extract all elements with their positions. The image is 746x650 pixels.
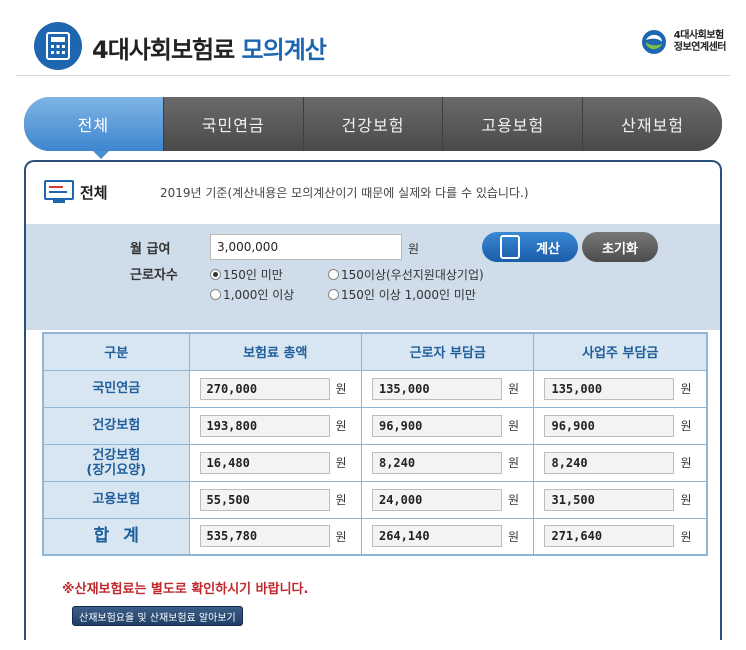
unit-label: 원 <box>335 493 347 507</box>
calculate-label: 계산 <box>536 241 560 257</box>
radio-over-150-priority[interactable]: 150이상(우선지원대상기업) <box>328 266 484 283</box>
column-header: 사업주 부담금 <box>533 332 708 371</box>
total-value: 16,480 <box>199 451 330 474</box>
industrial-accident-info-button[interactable]: 산재보험요율 및 산재보험료 알아보기 <box>72 606 243 626</box>
radio-label: 150인 미만 <box>223 268 283 282</box>
total-value: 55,500 <box>199 488 330 511</box>
tab-industrial-accident[interactable]: 산재보험 <box>582 97 722 151</box>
employer-value: 8,240 <box>544 451 675 474</box>
worker-value: 8,240 <box>371 451 502 474</box>
tab-all[interactable]: 전체 <box>24 97 163 151</box>
unit-label: 원 <box>680 493 692 507</box>
total-value: 535,780 <box>199 525 330 548</box>
app-title: 4대사회보험료 모의계산 <box>92 30 327 65</box>
calculate-button[interactable]: 계산 <box>482 232 578 262</box>
worker-value: 96,900 <box>371 414 502 437</box>
unit-label: 원 <box>335 419 347 433</box>
radio-dot <box>328 289 339 300</box>
calculator-panel: 전체 2019년 기준(계산내용은 모의계산이기 때문에 실제와 다를 수 있습… <box>24 160 722 640</box>
unit-label: 원 <box>335 456 347 470</box>
salary-label: 월 급여 <box>130 242 171 257</box>
table-header-row: 구분 보험료 총액 근로자 부담금 사업주 부담금 <box>42 332 708 371</box>
table-row: 건강보험 193,800 원 96,900 원 96,900 원 <box>42 406 708 445</box>
row-label: 건강보험 (장기요양) <box>42 443 190 482</box>
total-value: 193,800 <box>199 414 330 437</box>
worker-value: 135,000 <box>371 377 502 400</box>
radio-over-1000[interactable]: 1,000인 이상 <box>210 286 294 303</box>
table-row: 건강보험 (장기요양) 16,480 원 8,240 원 8,240 원 <box>42 443 708 482</box>
radio-dot <box>328 269 339 280</box>
worker-value: 264,140 <box>371 525 502 548</box>
section-note: 2019년 기준(계산내용은 모의계산이기 때문에 실제와 다를 수 있습니다.… <box>160 186 529 200</box>
employer-value: 135,000 <box>544 377 675 400</box>
unit-label: 원 <box>507 456 520 470</box>
unit-label: 원 <box>507 493 520 507</box>
unit-label: 원 <box>680 382 692 396</box>
monitor-icon <box>44 180 74 203</box>
table-row: 국민연금 270,000 원 135,000 원 135,000 원 <box>42 369 708 408</box>
radio-label: 150인 이상 1,000인 미만 <box>341 288 476 302</box>
total-value: 270,000 <box>199 377 330 400</box>
unit-label: 원 <box>507 419 520 433</box>
column-header: 근로자 부담금 <box>360 332 535 371</box>
employer-value: 96,900 <box>544 414 675 437</box>
radio-label: 150이상(우선지원대상기업) <box>341 268 484 282</box>
org-name-line1: 4대사회보험 <box>673 30 724 41</box>
calculator-icon <box>500 235 520 259</box>
tab-employment-insurance[interactable]: 고용보험 <box>442 97 583 151</box>
worker-value: 24,000 <box>371 488 502 511</box>
swirl-logo-icon <box>641 30 666 54</box>
row-label-total: 합계 <box>42 517 190 556</box>
result-table: 구분 보험료 총액 근로자 부담금 사업주 부담금 국민연금 270,000 원 … <box>42 332 708 556</box>
row-label: 건강보험 <box>42 406 190 445</box>
radio-label: 1,000인 이상 <box>223 288 295 302</box>
unit-label: 원 <box>507 382 520 396</box>
unit-label: 원 <box>335 529 347 544</box>
section-header: 전체 <box>44 180 108 204</box>
row-label: 국민연금 <box>42 369 190 408</box>
app-title-main: 4대사회보험료 <box>92 36 235 64</box>
app-title-accent: 모의계산 <box>241 36 327 64</box>
reset-button[interactable]: 초기화 <box>582 232 658 262</box>
radio-dot <box>210 289 221 300</box>
table-row: 고용보험 55,500 원 24,000 원 31,500 원 <box>42 480 708 519</box>
radio-under-150[interactable]: 150인 미만 <box>210 266 283 283</box>
unit-label: 원 <box>680 456 692 470</box>
tab-national-pension[interactable]: 국민연금 <box>162 97 303 151</box>
org-logo[interactable]: 4대사회보험 정보연계센터 <box>640 28 727 56</box>
industrial-accident-notice: ※산재보험료는 별도로 확인하시기 바랍니다. <box>62 582 309 597</box>
employer-value: 271,640 <box>544 525 675 548</box>
salary-unit: 원 <box>408 242 420 256</box>
unit-label: 원 <box>680 529 692 544</box>
app-header: 4대사회보험료 모의계산 4대사회보험 정보연계센터 <box>16 14 730 76</box>
unit-label: 원 <box>507 529 520 544</box>
org-name-line2: 정보연계센터 <box>673 42 727 53</box>
active-tab-pointer <box>93 151 109 159</box>
radio-150-to-1000[interactable]: 150인 이상 1,000인 미만 <box>328 286 476 303</box>
radio-dot <box>210 269 221 280</box>
input-area: 월 급여 원 근로자수 150인 미만 150이상(우선지원대상기업) 1,00… <box>26 224 720 330</box>
column-header: 구분 <box>42 332 190 371</box>
table-row-total: 합계 535,780 원 264,140 원 271,640 원 <box>42 517 708 556</box>
column-header: 보험료 총액 <box>188 332 362 371</box>
unit-label: 원 <box>680 419 692 433</box>
tab-health-insurance[interactable]: 건강보험 <box>302 97 443 151</box>
row-label: 고용보험 <box>42 480 190 519</box>
workers-label: 근로자수 <box>130 268 178 283</box>
calculator-logo-icon <box>34 22 82 70</box>
salary-input[interactable] <box>210 234 402 260</box>
section-title: 전체 <box>80 183 108 202</box>
employer-value: 31,500 <box>544 488 675 511</box>
unit-label: 원 <box>335 382 347 396</box>
insurance-tabs: 전체 국민연금 건강보험 고용보험 산재보험 <box>24 97 722 151</box>
